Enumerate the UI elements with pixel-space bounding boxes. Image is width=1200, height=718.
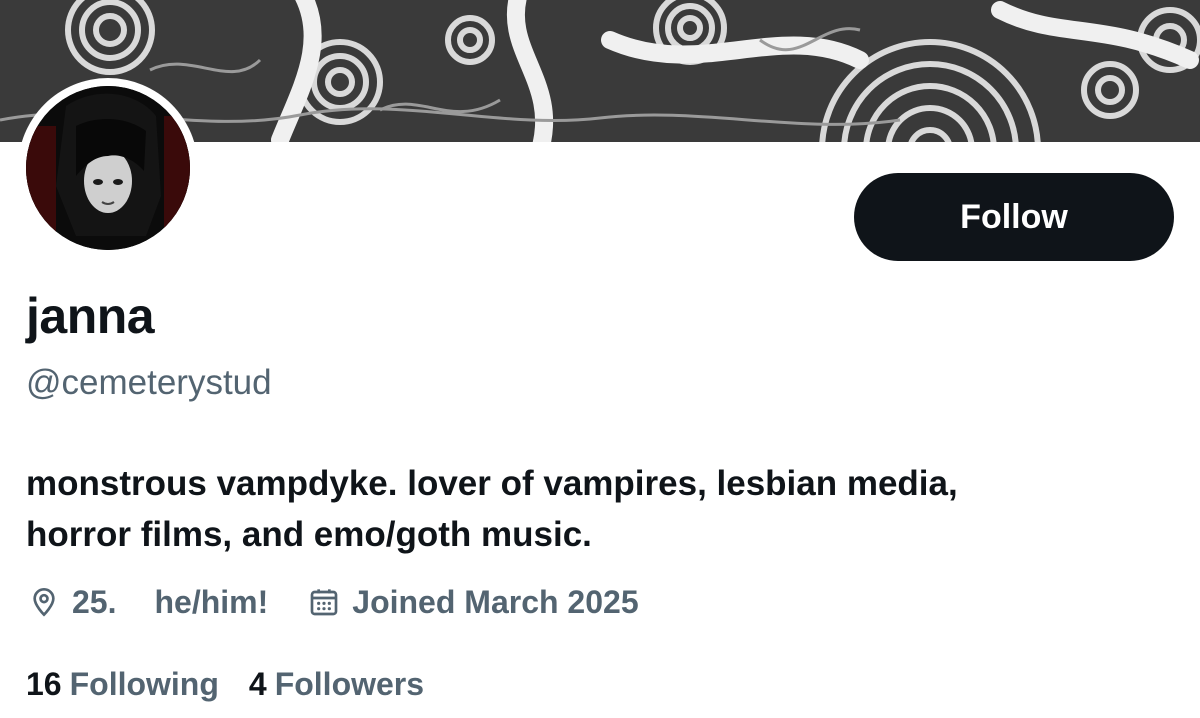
location-text: 25. <box>72 583 117 620</box>
profile-bio: monstrous vampdyke. lover of vampires, l… <box>26 458 1176 560</box>
pronouns-text: he/him! <box>154 583 269 620</box>
user-handle: @cemeterystud <box>26 363 272 402</box>
bio-line: monstrous vampdyke. lover of vampires, l… <box>26 464 958 503</box>
calendar-icon <box>306 584 342 620</box>
followers-link[interactable]: 4 Followers <box>249 666 424 703</box>
profile-meta: 25. he/him! Joined March 2025 <box>26 582 639 622</box>
display-name: janna <box>26 288 155 344</box>
follow-stats: 16 Following 4 Followers <box>26 664 454 704</box>
bio-line: horror films, and emo/goth music. <box>26 515 592 554</box>
following-label: Following <box>69 665 219 702</box>
joined-date-text: Joined March 2025 <box>352 583 639 620</box>
location-pin-icon <box>26 584 62 620</box>
follow-button[interactable]: Follow <box>854 173 1174 261</box>
followers-label: Followers <box>274 665 425 702</box>
following-count: 16 <box>26 665 62 702</box>
following-link[interactable]: 16 Following <box>26 666 219 703</box>
avatar[interactable] <box>26 86 190 250</box>
avatar-image <box>26 86 190 250</box>
followers-count: 4 <box>248 665 267 702</box>
